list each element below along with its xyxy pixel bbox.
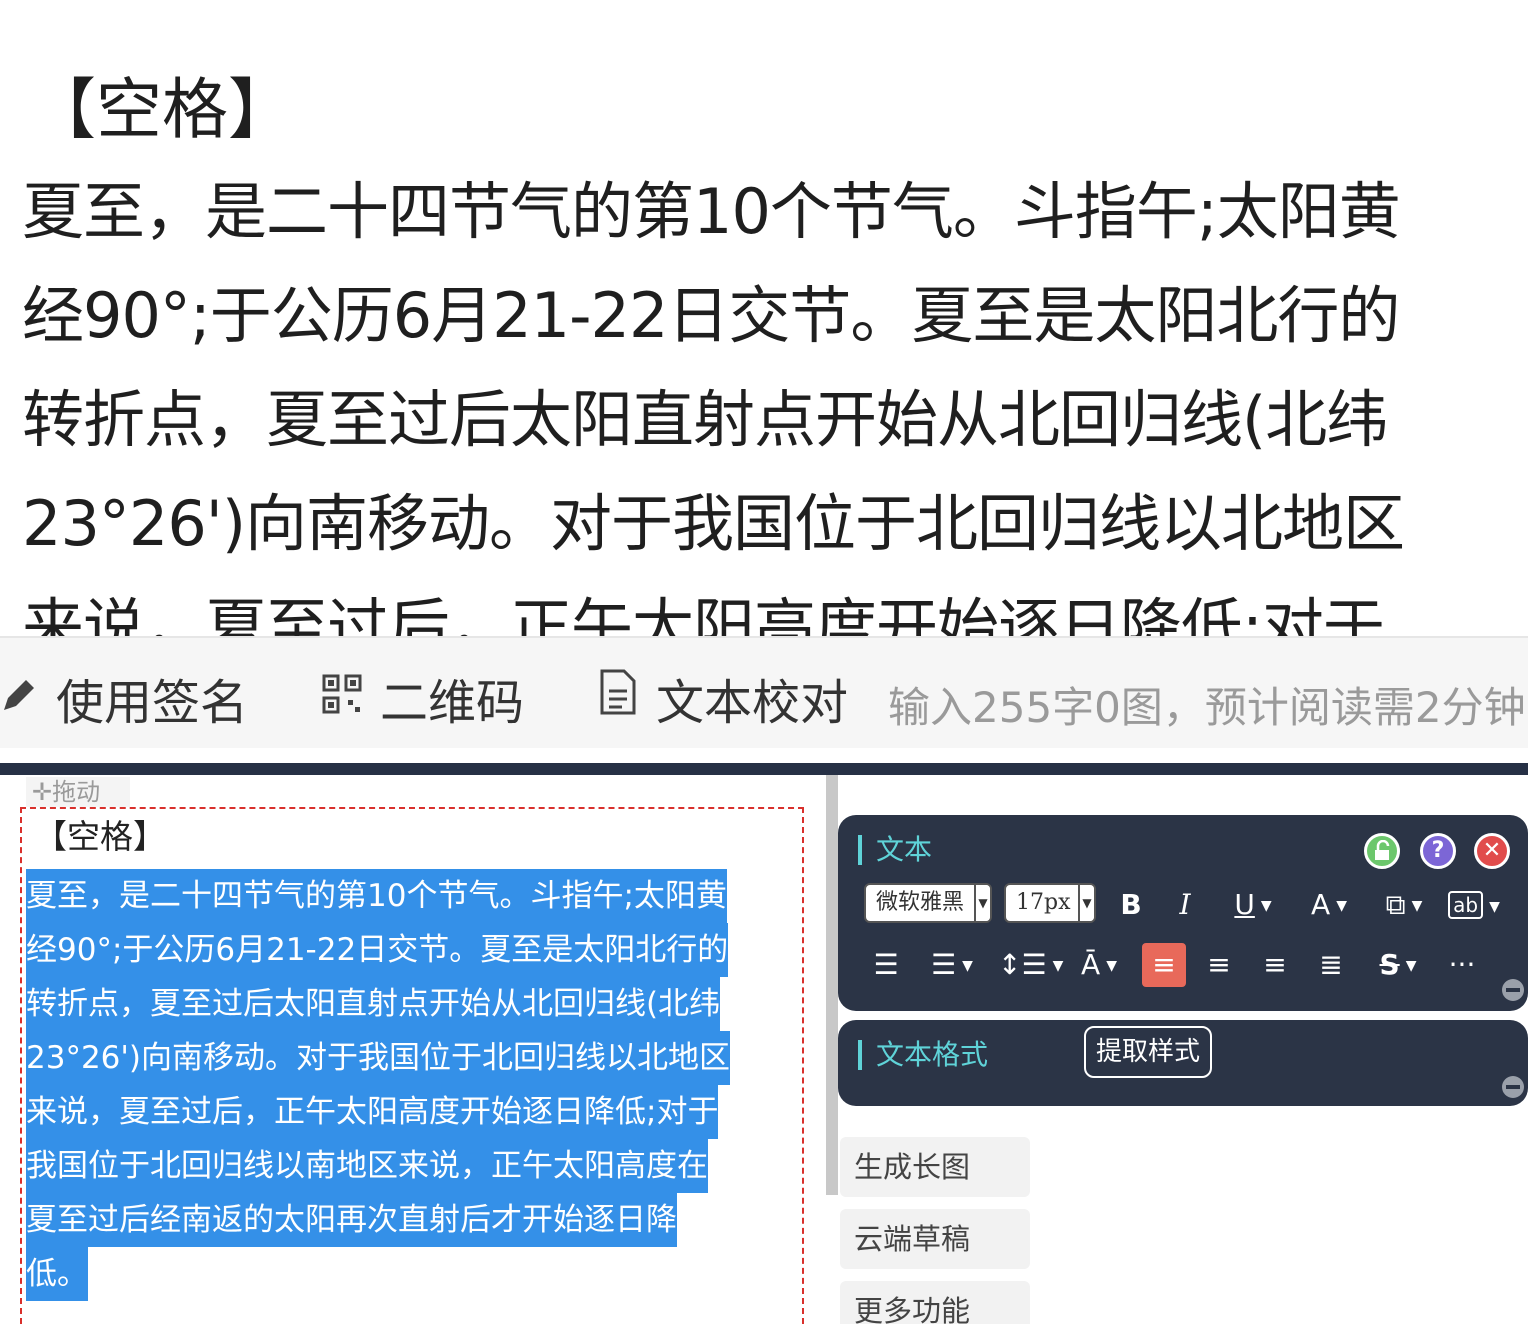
preview-line: 23°26')向南移动。对于我国位于北回归线以北地区 <box>22 487 1405 560</box>
background-color-button[interactable]: ⧉ ▼ <box>1376 885 1432 925</box>
pencil-icon <box>0 670 38 726</box>
selected-line: 转折点，夏至过后太阳直射点开始从北回归线(北纬 <box>26 977 721 1031</box>
selected-text[interactable]: 夏至，是二十四节气的第10个节气。斗指午;太阳黄 经90°;于公历6月21-22… <box>22 869 802 1301</box>
chevron-down-icon: ▼ <box>1078 885 1094 921</box>
help-icon[interactable]: ? <box>1420 833 1456 869</box>
document-icon <box>598 669 638 727</box>
drag-handle[interactable]: ✛拖动 <box>26 777 130 807</box>
line-height-button[interactable]: ↕☰ ▼ <box>998 945 1063 985</box>
use-signature-button[interactable]: 使用签名 <box>0 668 248 731</box>
drag-label: 拖动 <box>52 778 101 806</box>
collapse-icon[interactable] <box>1502 1076 1524 1098</box>
collapse-icon[interactable] <box>1502 979 1524 1001</box>
chevron-down-icon: ▼ <box>1405 958 1417 974</box>
proofread-button[interactable]: 文本校对 <box>598 668 848 731</box>
background-color-icon: ⧉ <box>1385 888 1406 921</box>
align-center-button[interactable]: ≡ <box>1202 945 1236 985</box>
editor-content-box[interactable]: 【空格】 夏至，是二十四节气的第10个节气。斗指午;太阳黄 经90°;于公历6月… <box>20 807 804 1324</box>
text-format-panel: 文本格式 提取样式 <box>838 1020 1528 1106</box>
zoomed-preview: 【空格】 夏至，是二十四节气的第10个节气。斗指午;太阳黄 经90°;于公历6月… <box>0 0 1528 636</box>
align-right-button[interactable]: ≡ <box>1258 945 1292 985</box>
preview-heading: 【空格】 <box>30 71 294 148</box>
chevron-down-icon: ▼ <box>1411 898 1423 914</box>
font-family-select[interactable]: 微软雅黑 ▼ <box>864 883 992 923</box>
chevron-down-icon: ▼ <box>1260 898 1272 914</box>
close-icon[interactable]: ✕ <box>1474 833 1510 869</box>
font-color-label: A <box>1311 888 1331 921</box>
chevron-down-icon: ▼ <box>962 958 973 974</box>
outdent-button[interactable]: ☰ ▼ <box>926 945 978 985</box>
indent-icon[interactable]: ☰ <box>870 945 902 985</box>
use-signature-label: 使用签名 <box>56 675 249 731</box>
editor-footer-bar: 使用签名 二维码 文本校对 输入255字0图，预计阅读需2分钟 <box>0 636 1528 748</box>
underline-label: U <box>1234 888 1255 921</box>
qrcode-button[interactable]: 二维码 <box>322 668 524 731</box>
font-size-value: 17px <box>1016 890 1071 915</box>
selected-line: 来说，夏至过后，正午太阳高度开始逐日降低;对于 <box>26 1085 719 1139</box>
extract-style-button[interactable]: 提取样式 <box>1084 1026 1212 1078</box>
text-panel-title: 文本 <box>858 835 932 865</box>
strikethrough-icon: S <box>1379 948 1400 981</box>
preview-line: 转折点，夏至过后太阳直射点开始从北回归线(北纬 <box>22 383 1388 456</box>
qrcode-icon <box>322 670 362 726</box>
strikethrough-button[interactable]: S ▼ <box>1372 945 1424 985</box>
bold-button[interactable]: B <box>1116 885 1146 925</box>
chevron-down-icon: ▼ <box>1052 958 1064 974</box>
proofread-label: 文本校对 <box>656 675 849 731</box>
chevron-down-icon: ▼ <box>1106 958 1117 974</box>
editor-area: ✛拖动 【空格】 夏至，是二十四节气的第10个节气。斗指午;太阳黄 经90°;于… <box>0 775 838 1324</box>
letter-spacing-button[interactable]: ab ▼ <box>1448 885 1500 925</box>
font-color-button[interactable]: A ▼ <box>1304 885 1354 925</box>
preview-text: 夏至，是二十四节气的第10个节气。斗指午;太阳黄 经90°;于公历6月21-22… <box>22 160 1502 636</box>
screenshot-divider <box>0 763 1528 775</box>
more-options-button[interactable]: ··· <box>1444 945 1480 985</box>
font-family-value: 微软雅黑 <box>876 890 965 915</box>
justify-icon: ≣ <box>1319 948 1343 981</box>
selected-line: 23°26')向南移动。对于我国位于北回归线以北地区 <box>26 1031 731 1085</box>
align-left-button[interactable]: ≡ <box>1142 943 1186 987</box>
selected-line: 我国位于北回归线以南地区来说，正午太阳高度在 <box>26 1139 708 1193</box>
chevron-down-icon: ▼ <box>974 885 990 921</box>
word-count-status: 输入255字0图，预计阅读需2分钟 <box>888 683 1526 732</box>
selected-line: 夏至，是二十四节气的第10个节气。斗指午;太阳黄 <box>26 869 727 923</box>
paragraph-spacing-button[interactable]: Ā ▼ <box>1074 945 1124 985</box>
menu-item-cloud-drafts[interactable]: 云端草稿 <box>840 1209 1030 1269</box>
align-left-icon: ≡ <box>1152 948 1176 981</box>
move-icon: ✛ <box>32 778 53 806</box>
menu-item-more-features[interactable]: 更多功能 <box>840 1281 1030 1324</box>
justify-button[interactable]: ≣ <box>1314 945 1348 985</box>
chevron-down-icon: ▼ <box>1489 898 1500 915</box>
align-center-icon: ≡ <box>1207 948 1231 981</box>
font-size-select[interactable]: 17px ▼ <box>1004 883 1096 923</box>
qrcode-label: 二维码 <box>380 675 525 731</box>
line-height-icon: ↕☰ <box>998 948 1047 981</box>
text-toolbar-panel: 文本 ? ✕ 微软雅黑 ▼ 17px ▼ B I U ▼ A ▼ ⧉ ▼ ab ▼ ☰ … <box>838 815 1528 1011</box>
preview-line: 来说，夏至过后，正午太阳高度开始逐日降低;对于 <box>22 591 1385 636</box>
paragraph-spacing-icon: Ā <box>1081 948 1101 981</box>
editor-heading: 【空格】 <box>34 817 166 856</box>
preview-line: 经90°;于公历6月21-22日交节。夏至是太阳北行的 <box>22 279 1400 352</box>
selected-line: 夏至过后经南返的太阳再次直射后才开始逐日降 <box>26 1193 677 1247</box>
menu-item-long-image[interactable]: 生成长图 <box>840 1137 1030 1197</box>
outdent-icon: ☰ <box>931 948 957 981</box>
align-right-icon: ≡ <box>1263 948 1287 981</box>
letter-spacing-icon: ab <box>1448 891 1484 919</box>
preview-line: 夏至，是二十四节气的第10个节气。斗指午;太阳黄 <box>22 175 1401 248</box>
underline-button[interactable]: U ▼ <box>1226 885 1280 925</box>
format-panel-title: 文本格式 <box>858 1040 988 1070</box>
italic-button[interactable]: I <box>1170 885 1200 925</box>
unlock-icon[interactable] <box>1364 833 1400 869</box>
editor-scrollbar[interactable] <box>826 775 838 1195</box>
chevron-down-icon: ▼ <box>1336 898 1347 914</box>
selected-line: 低。 <box>26 1247 88 1301</box>
selected-line: 经90°;于公历6月21-22日交节。夏至是太阳北行的 <box>26 923 729 977</box>
